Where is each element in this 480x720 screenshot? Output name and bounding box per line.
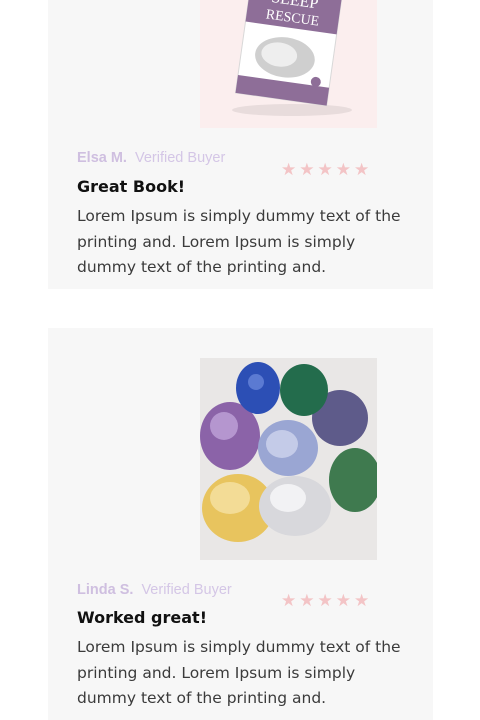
review-card-2-text: Linda S. Verified Buyer ★★★★★ Worked gre… <box>48 0 433 720</box>
star-rating: ★★★★★ <box>281 591 373 611</box>
verified-buyer-label: Verified Buyer <box>141 582 232 598</box>
review-meta: Linda S. Verified Buyer <box>77 582 232 598</box>
review-body: Lorem Ipsum is simply dummy text of the … <box>77 638 401 707</box>
review-title: Worked great! <box>77 608 207 627</box>
reviewer-name: Linda S. <box>77 582 134 598</box>
